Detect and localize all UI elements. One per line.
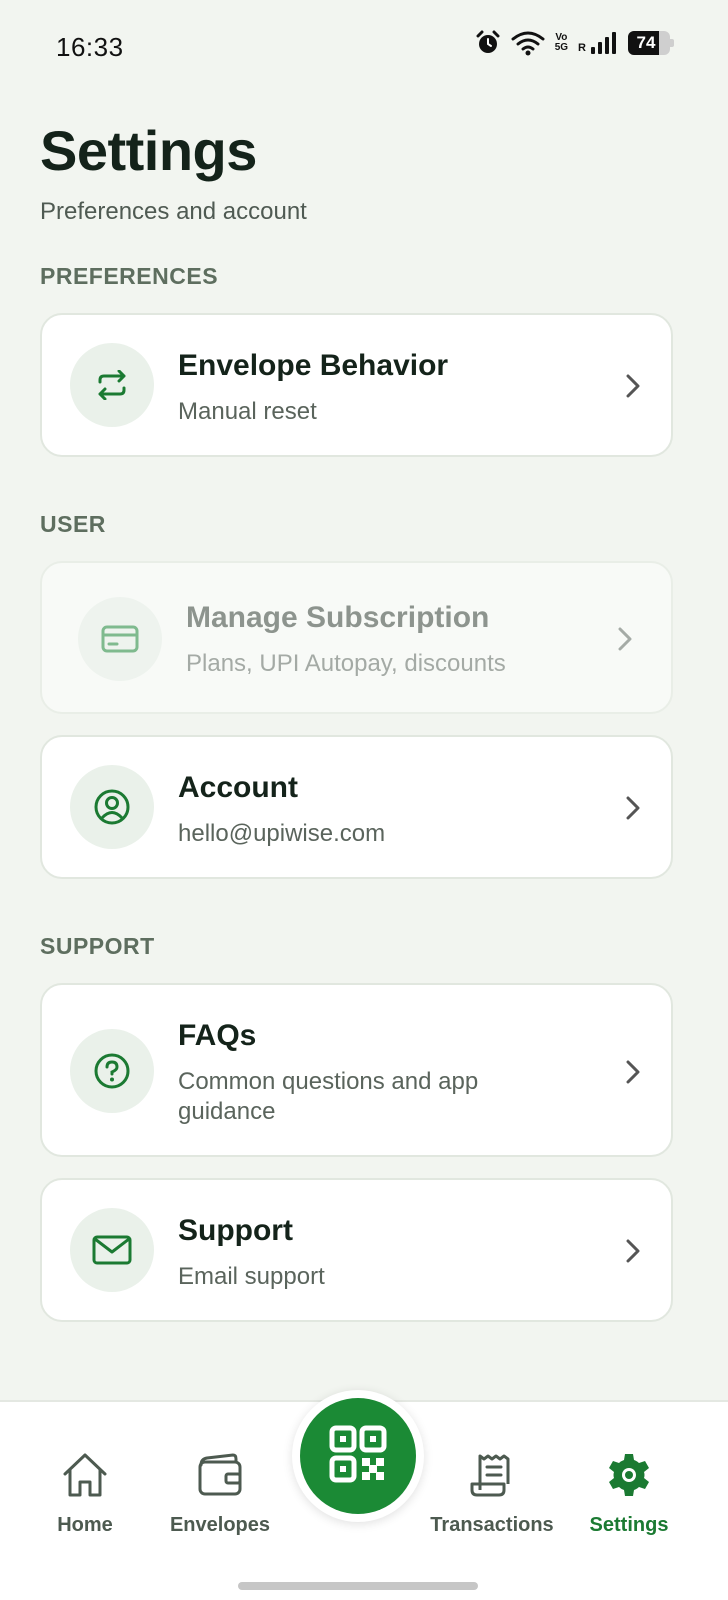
status-icons: Vo 5G R 74 xyxy=(475,30,674,56)
nav-home[interactable]: Home xyxy=(20,1450,150,1537)
alarm-icon xyxy=(475,30,501,56)
chevron-right-icon xyxy=(617,626,633,657)
support-card[interactable]: Support Email support xyxy=(40,1178,673,1322)
chevron-right-icon xyxy=(625,1059,641,1090)
envelope-behavior-title: Envelope Behavior xyxy=(178,349,449,382)
qr-code-icon xyxy=(329,1425,387,1488)
home-icon xyxy=(20,1450,150,1500)
nav-settings[interactable]: Settings xyxy=(564,1450,694,1537)
chevron-right-icon xyxy=(625,795,641,826)
manage-subscription-title: Manage Subscription xyxy=(186,601,490,634)
roaming-indicator: R xyxy=(578,42,586,54)
faqs-subtitle: Common questions and app guidance xyxy=(178,1068,479,1125)
manage-subscription-card: Manage Subscription Plans, UPI Autopay, … xyxy=(40,561,673,714)
faqs-card[interactable]: FAQs Common questions and app guidance xyxy=(40,983,673,1157)
page-subtitle: Preferences and account xyxy=(40,198,307,225)
section-title-support: SUPPORT xyxy=(40,933,155,959)
status-time: 16:33 xyxy=(56,32,124,62)
account-card[interactable]: Account hello@upiwise.com xyxy=(40,735,673,879)
credit-card-icon xyxy=(78,597,162,681)
support-title: Support xyxy=(178,1214,293,1247)
volte-indicator: Vo 5G xyxy=(554,32,569,53)
manage-subscription-subtitle: Plans, UPI Autopay, discounts xyxy=(186,650,506,677)
faqs-title: FAQs xyxy=(178,1019,257,1052)
section-title-user: USER xyxy=(40,511,106,537)
settings-screen: 16:33 Vo 5G R 74 Settings Preferences an… xyxy=(0,0,728,1600)
user-circle-icon xyxy=(70,765,154,849)
battery-level: 74 xyxy=(636,33,656,52)
account-title: Account xyxy=(178,771,298,804)
receipt-icon xyxy=(427,1450,557,1500)
chevron-right-icon xyxy=(625,373,641,404)
question-circle-icon xyxy=(70,1029,154,1113)
wifi-icon xyxy=(511,30,545,56)
nav-envelopes[interactable]: Envelopes xyxy=(155,1450,285,1537)
envelope-behavior-subtitle: Manual reset xyxy=(178,398,317,425)
nav-transactions-label: Transactions xyxy=(430,1514,554,1536)
signal-icon xyxy=(590,31,618,55)
gear-icon xyxy=(564,1450,694,1500)
page-title: Settings xyxy=(40,119,257,182)
section-title-preferences: PREFERENCES xyxy=(40,263,219,289)
home-indicator xyxy=(238,1582,478,1590)
account-email: hello@upiwise.com xyxy=(178,820,386,847)
battery-icon: 74 xyxy=(628,31,674,55)
nav-settings-label: Settings xyxy=(589,1514,669,1536)
mail-icon xyxy=(70,1208,154,1292)
nav-transactions[interactable]: Transactions xyxy=(427,1450,557,1537)
status-bar: 16:33 Vo 5G R 74 xyxy=(0,0,728,96)
envelope-behavior-card[interactable]: Envelope Behavior Manual reset xyxy=(40,313,673,457)
support-subtitle: Email support xyxy=(178,1263,325,1290)
chevron-right-icon xyxy=(625,1238,641,1269)
scan-qr-button[interactable] xyxy=(292,1390,424,1522)
nav-home-label: Home xyxy=(57,1514,113,1536)
nav-envelopes-label: Envelopes xyxy=(169,1514,271,1536)
wallet-icon xyxy=(155,1450,285,1500)
repeat-icon xyxy=(70,343,154,427)
